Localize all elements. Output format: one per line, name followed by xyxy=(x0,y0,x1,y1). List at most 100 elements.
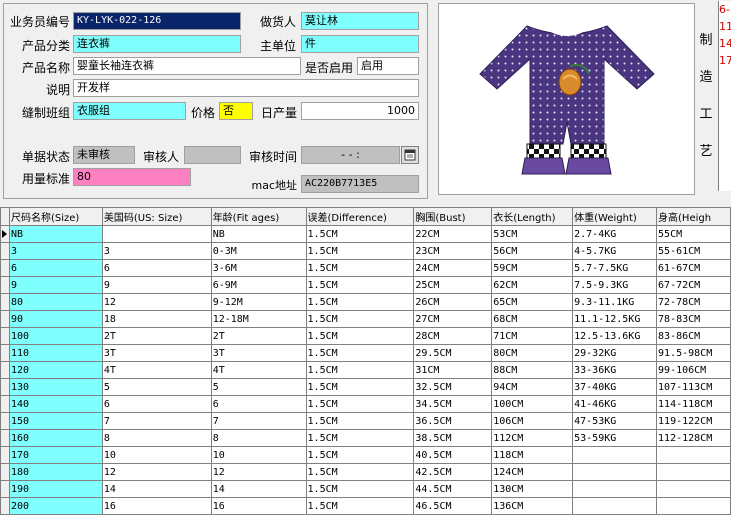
table-cell[interactable]: 0-3M xyxy=(210,242,307,260)
table-row[interactable]: 170 10 10 1.5CM 40.5CM 118CM xyxy=(0,446,731,464)
material-std-field[interactable]: 80 xyxy=(73,168,191,186)
table-cell[interactable]: 3T xyxy=(210,344,307,362)
table-cell[interactable]: 18 xyxy=(101,310,212,328)
table-cell[interactable]: 28CM xyxy=(413,327,493,345)
table-cell[interactable]: 1.5CM xyxy=(305,225,415,243)
table-cell[interactable] xyxy=(572,497,658,515)
table-cell[interactable]: 6 xyxy=(101,395,212,413)
row-indicator[interactable] xyxy=(0,463,10,481)
column-header[interactable]: 年龄(Fit ages) xyxy=(210,207,307,226)
table-cell[interactable]: 62CM xyxy=(491,276,574,294)
table-cell[interactable]: 12 xyxy=(101,293,212,311)
table-cell[interactable]: 106CM xyxy=(491,412,574,430)
table-cell[interactable]: 1.5CM xyxy=(305,361,415,379)
table-row[interactable]: 200 16 16 1.5CM 46.5CM 136CM xyxy=(0,497,731,515)
table-cell[interactable]: 4T xyxy=(210,361,307,379)
table-row[interactable]: 120 4T 4T 1.5CM 31CM 88CM 33-36KG 99-106CM xyxy=(0,361,731,379)
table-cell[interactable]: 44.5CM xyxy=(413,480,493,498)
table-cell[interactable]: 9 xyxy=(8,276,103,294)
sewing-group-field[interactable]: 衣服组 xyxy=(73,102,186,120)
table-cell[interactable] xyxy=(101,225,212,243)
category-field[interactable]: 连衣裤 xyxy=(73,35,241,53)
table-cell[interactable]: 1.5CM xyxy=(305,429,415,447)
table-cell[interactable]: 9-12M xyxy=(210,293,307,311)
column-header[interactable]: 体重(Weight) xyxy=(572,207,658,226)
table-cell[interactable]: NB xyxy=(8,225,103,243)
table-cell[interactable]: 114-118CM xyxy=(656,395,731,413)
table-cell[interactable]: 68CM xyxy=(491,310,574,328)
table-cell[interactable]: 99-106CM xyxy=(656,361,731,379)
price-field[interactable]: 否 xyxy=(219,102,253,120)
table-cell[interactable]: 94CM xyxy=(491,378,574,396)
table-row[interactable]: 80 12 9-12M 1.5CM 26CM 65CM 9.3-11.1KG 72-78CM xyxy=(0,293,731,311)
size-grid[interactable]: 尺码名称(Size) 美国码(US: Size) 年龄(Fit ages) 误差… xyxy=(0,207,731,517)
row-indicator[interactable] xyxy=(0,378,10,396)
table-row[interactable]: 140 6 6 1.5CM 34.5CM 100CM 41-46KG 114-118CM xyxy=(0,395,731,413)
table-cell[interactable]: 5.7-7.5KG xyxy=(572,259,658,277)
table-row[interactable]: 130 5 5 1.5CM 32.5CM 94CM 37-40KG 107-113CM xyxy=(0,378,731,396)
table-cell[interactable]: 140 xyxy=(8,395,103,413)
table-cell[interactable]: 36.5CM xyxy=(413,412,493,430)
table-cell[interactable]: 23CM xyxy=(413,242,493,260)
table-cell[interactable]: 37-40KG xyxy=(572,378,658,396)
enabled-field[interactable]: 启用 xyxy=(357,57,419,75)
row-indicator[interactable] xyxy=(0,276,10,294)
table-cell[interactable] xyxy=(656,446,731,464)
table-cell[interactable]: 78-83CM xyxy=(656,310,731,328)
table-cell[interactable]: 6 xyxy=(101,259,212,277)
table-cell[interactable]: 180 xyxy=(8,463,103,481)
table-cell[interactable]: 12 xyxy=(210,463,307,481)
daily-output-field[interactable]: 1000 xyxy=(301,102,419,120)
table-row[interactable]: 6 6 3-6M 1.5CM 24CM 59CM 5.7-7.5KG 61-67CM xyxy=(0,259,731,277)
table-row[interactable]: 100 2T 2T 1.5CM 28CM 71CM 12.5-13.6KG 83-86CM xyxy=(0,327,731,345)
table-cell[interactable]: 100CM xyxy=(491,395,574,413)
table-cell[interactable]: 42.5CM xyxy=(413,463,493,481)
table-cell[interactable]: 200 xyxy=(8,497,103,515)
row-indicator[interactable] xyxy=(0,412,10,430)
table-cell[interactable]: 25CM xyxy=(413,276,493,294)
table-cell[interactable]: 90 xyxy=(8,310,103,328)
row-indicator[interactable] xyxy=(0,429,10,447)
table-cell[interactable]: 1.5CM xyxy=(305,412,415,430)
table-row[interactable]: 160 8 8 1.5CM 38.5CM 112CM 53-59KG 112-128CM xyxy=(0,429,731,447)
table-cell[interactable] xyxy=(572,446,658,464)
table-cell[interactable] xyxy=(656,463,731,481)
row-indicator[interactable] xyxy=(0,497,10,515)
table-cell[interactable]: 80 xyxy=(8,293,103,311)
row-indicator[interactable] xyxy=(0,344,10,362)
table-cell[interactable]: 3-6M xyxy=(210,259,307,277)
table-cell[interactable]: 14 xyxy=(210,480,307,498)
table-cell[interactable]: 53-59KG xyxy=(572,429,658,447)
table-cell[interactable]: 1.5CM xyxy=(305,446,415,464)
table-cell[interactable]: 14 xyxy=(101,480,212,498)
table-cell[interactable]: 47-53KG xyxy=(572,412,658,430)
table-cell[interactable]: 7 xyxy=(101,412,212,430)
table-cell[interactable]: 65CM xyxy=(491,293,574,311)
table-cell[interactable]: 1.5CM xyxy=(305,293,415,311)
column-header[interactable]: 美国码(US: Size) xyxy=(101,207,212,226)
table-cell[interactable]: 4T xyxy=(101,361,212,379)
table-cell[interactable]: 118CM xyxy=(491,446,574,464)
table-cell[interactable]: 7 xyxy=(210,412,307,430)
table-cell[interactable]: 3T xyxy=(101,344,212,362)
table-cell[interactable]: 46.5CM xyxy=(413,497,493,515)
table-cell[interactable]: 12 xyxy=(101,463,212,481)
table-row[interactable]: 110 3T 3T 1.5CM 29.5CM 80CM 29-32KG 91.5-98CM xyxy=(0,344,731,362)
table-cell[interactable]: 130 xyxy=(8,378,103,396)
table-cell[interactable]: 1.5CM xyxy=(305,497,415,515)
row-indicator[interactable] xyxy=(0,310,10,328)
table-cell[interactable]: 1.5CM xyxy=(305,395,415,413)
table-cell[interactable]: 31CM xyxy=(413,361,493,379)
table-cell[interactable]: 41-46KG xyxy=(572,395,658,413)
table-row[interactable]: NB NB 1.5CM 22CM 53CM 2.7-4KG 55CM xyxy=(0,225,731,243)
table-cell[interactable]: 9.3-11.1KG xyxy=(572,293,658,311)
table-cell[interactable]: 72-78CM xyxy=(656,293,731,311)
table-cell[interactable]: 83-86CM xyxy=(656,327,731,345)
description-field[interactable]: 开发样 xyxy=(73,79,419,97)
table-cell[interactable]: 1.5CM xyxy=(305,378,415,396)
table-cell[interactable]: 1.5CM xyxy=(305,327,415,345)
table-cell[interactable]: 55-61CM xyxy=(656,242,731,260)
table-cell[interactable]: 170 xyxy=(8,446,103,464)
table-cell[interactable]: 40.5CM xyxy=(413,446,493,464)
table-cell[interactable]: 1.5CM xyxy=(305,463,415,481)
